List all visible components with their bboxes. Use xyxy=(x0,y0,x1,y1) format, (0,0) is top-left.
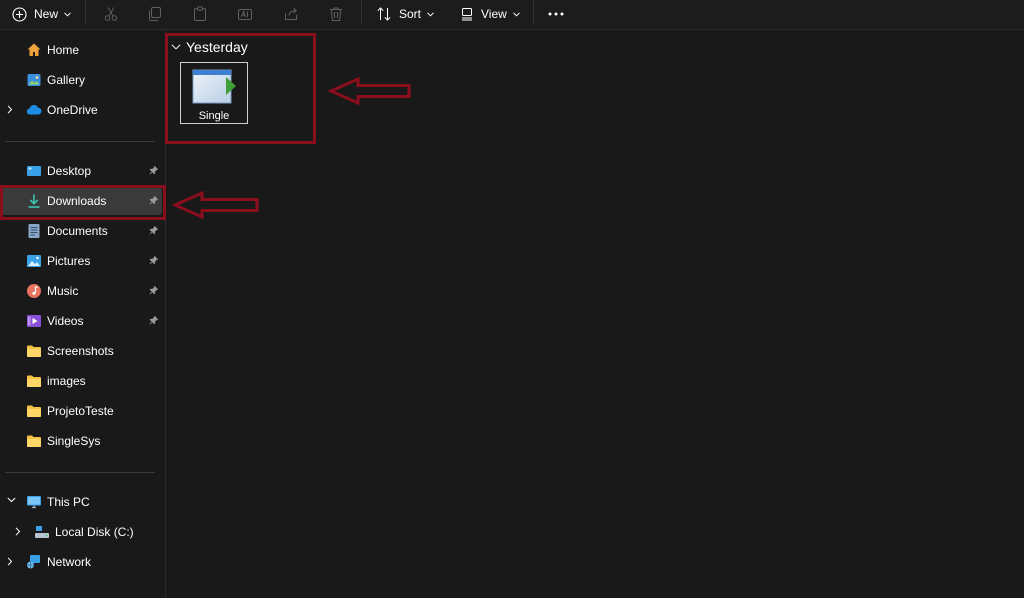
sidebar-item-label: SingleSys xyxy=(47,434,101,448)
view-icon xyxy=(462,8,472,21)
rename-button[interactable] xyxy=(237,0,253,28)
delete-button[interactable] xyxy=(328,0,344,28)
clipboard-icon xyxy=(194,6,206,21)
pin-icon[interactable] xyxy=(149,225,159,235)
cloud-icon xyxy=(26,105,42,115)
sidebar-item-label: OneDrive xyxy=(47,103,98,117)
sidebar-item-videos[interactable]: Videos xyxy=(2,307,162,335)
chevron-down-icon xyxy=(512,11,520,17)
pin-icon[interactable] xyxy=(149,315,159,325)
paste-button[interactable] xyxy=(192,0,208,28)
toolbar-separator xyxy=(533,0,534,24)
sidebar-divider xyxy=(5,472,155,473)
network-icon xyxy=(27,555,40,569)
view-button[interactable]: View xyxy=(460,0,520,28)
sidebar-item-label: Desktop xyxy=(47,164,92,178)
plus-circle-icon xyxy=(12,6,27,22)
chevron-down-icon[interactable] xyxy=(7,497,16,503)
home-icon xyxy=(27,43,41,56)
sidebar-item-documents[interactable]: Documents xyxy=(2,217,162,245)
sidebar-item-desktop[interactable]: Desktop xyxy=(2,157,162,185)
sidebar-item-label: Local Disk (C:) xyxy=(55,525,134,539)
sort-icon xyxy=(377,7,391,21)
annotation-arrow-left-icon xyxy=(328,76,411,106)
copy-button[interactable] xyxy=(147,0,163,28)
sidebar-item-gallery[interactable]: Gallery xyxy=(2,66,162,94)
new-button[interactable]: New xyxy=(12,0,71,28)
folder-icon xyxy=(27,345,41,357)
chevron-right-icon[interactable] xyxy=(15,527,21,536)
video-icon xyxy=(27,315,41,327)
more-horizontal-icon xyxy=(548,12,564,16)
computer-icon xyxy=(27,496,41,509)
navigation-pane: Home Gallery OneDrive Desktop Downloads … xyxy=(0,30,166,598)
sidebar-divider xyxy=(5,141,155,142)
chevron-right-icon[interactable] xyxy=(7,557,13,566)
sidebar-item-this-pc[interactable]: This PC xyxy=(2,488,162,516)
sidebar-item-pictures[interactable]: Pictures xyxy=(2,247,162,275)
trash-icon xyxy=(330,7,342,21)
sidebar-item-label: images xyxy=(47,374,86,388)
sidebar-item-label: Network xyxy=(47,555,92,569)
chevron-down-icon xyxy=(64,11,71,17)
document-icon xyxy=(28,224,40,238)
sort-button[interactable]: Sort xyxy=(376,0,434,28)
highlight-box-downloads xyxy=(0,185,166,220)
sidebar-item-label: Music xyxy=(47,284,79,298)
sidebar-item-label: Videos xyxy=(47,314,84,328)
pictures-icon xyxy=(27,255,41,267)
pin-icon[interactable] xyxy=(149,255,159,265)
folder-icon xyxy=(27,405,41,417)
toolbar-separator xyxy=(361,0,362,24)
chevron-down-icon xyxy=(427,11,434,17)
rename-icon xyxy=(238,9,252,20)
pin-icon[interactable] xyxy=(149,285,159,295)
sidebar-item-label: This PC xyxy=(47,495,90,509)
highlight-box-file xyxy=(165,33,316,144)
chevron-right-icon[interactable] xyxy=(7,105,13,114)
sidebar-item-onedrive[interactable]: OneDrive xyxy=(2,96,162,124)
toolbar-separator xyxy=(85,0,86,24)
sidebar-item-label: Documents xyxy=(47,224,108,238)
sidebar-item-screenshots[interactable]: Screenshots xyxy=(2,337,162,365)
cut-button[interactable] xyxy=(103,0,119,28)
sort-label: Sort xyxy=(399,7,422,21)
pin-icon[interactable] xyxy=(149,165,159,175)
scissors-icon xyxy=(104,7,118,21)
share-button[interactable] xyxy=(283,0,299,28)
sidebar-item-projetoteste[interactable]: ProjetoTeste xyxy=(2,397,162,425)
sidebar-item-local-disk[interactable]: Local Disk (C:) xyxy=(2,518,162,546)
music-icon xyxy=(27,284,41,298)
sidebar-item-network[interactable]: Network xyxy=(2,548,162,576)
sidebar-item-label: ProjetoTeste xyxy=(47,404,114,418)
sidebar-item-label: Gallery xyxy=(47,73,86,87)
sidebar-item-singlesys[interactable]: SingleSys xyxy=(2,427,162,455)
sidebar-item-images[interactable]: images xyxy=(2,367,162,395)
desktop-folder-icon xyxy=(27,166,41,176)
view-label: View xyxy=(481,7,507,21)
more-options-button[interactable] xyxy=(548,0,564,28)
sidebar-item-label: Screenshots xyxy=(47,344,114,358)
copy-icon xyxy=(149,7,161,21)
annotation-arrow-left-icon xyxy=(172,190,259,220)
sidebar-item-home[interactable]: Home xyxy=(2,36,162,64)
folder-icon xyxy=(27,435,41,447)
sidebar-item-music[interactable]: Music xyxy=(2,277,162,305)
new-label: New xyxy=(34,7,59,21)
sidebar-item-label: Home xyxy=(47,43,80,57)
folder-icon xyxy=(27,375,41,387)
drive-icon xyxy=(35,526,49,538)
command-bar: New Sort View xyxy=(0,0,1024,30)
gallery-icon xyxy=(27,74,41,86)
sidebar-item-label: Pictures xyxy=(47,254,91,268)
share-icon xyxy=(285,7,297,20)
